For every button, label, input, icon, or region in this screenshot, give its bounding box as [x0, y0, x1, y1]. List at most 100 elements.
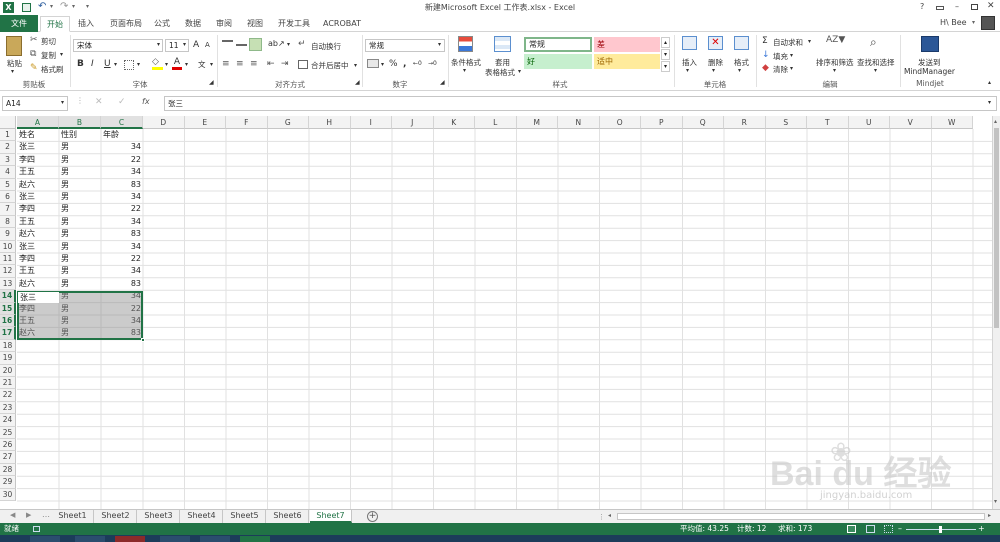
merge-center-icon[interactable] — [298, 60, 308, 69]
merge-dropdown-icon[interactable]: ▾ — [354, 62, 357, 69]
taskbar-app-icon[interactable] — [75, 536, 105, 542]
column-header-k[interactable]: K — [433, 116, 475, 129]
cell-a5[interactable]: 赵六 — [17, 179, 59, 191]
taskbar-app-icon[interactable] — [30, 536, 60, 542]
copy-button[interactable]: 复制 — [41, 50, 56, 61]
font-size-dropdown-icon[interactable]: ▾ — [183, 41, 186, 48]
cell-a1[interactable]: 姓名 — [17, 129, 59, 141]
decrease-indent-icon[interactable]: ⇤ — [267, 59, 275, 69]
cell-c11[interactable]: 22 — [101, 253, 143, 265]
clear-button[interactable]: 清除 — [773, 64, 788, 75]
customize-qat-icon[interactable]: ▾ — [86, 3, 89, 10]
vertical-scroll-thumb[interactable] — [994, 128, 999, 328]
cell-c4[interactable]: 34 — [101, 166, 143, 178]
cell-a9[interactable]: 赵六 — [17, 228, 59, 240]
avatar[interactable] — [981, 16, 995, 30]
tab-file[interactable]: 文件 — [0, 15, 38, 32]
cell-b12[interactable]: 男 — [59, 265, 101, 277]
align-bottom-icon[interactable] — [249, 38, 262, 51]
sheet-prev-icon[interactable]: ◀ — [10, 511, 15, 519]
cell-c1[interactable]: 年龄 — [101, 129, 143, 141]
orientation-dropdown-icon[interactable]: ▾ — [287, 41, 290, 48]
column-header-q[interactable]: Q — [682, 116, 724, 129]
zoom-minus-icon[interactable]: – — [898, 523, 902, 535]
border-icon[interactable] — [124, 60, 134, 70]
font-color-icon[interactable]: A — [172, 58, 182, 70]
row-header-25[interactable]: 25 — [0, 426, 16, 439]
row-header-30[interactable]: 30 — [0, 488, 16, 501]
undo-icon[interactable]: ↶ — [38, 1, 46, 12]
font-name-dropdown-icon[interactable]: ▾ — [157, 41, 160, 48]
format-as-table-dropdown-icon[interactable]: ▾ — [518, 68, 521, 75]
column-header-w[interactable]: W — [931, 116, 973, 129]
underline-dropdown-icon[interactable]: ▾ — [114, 61, 117, 68]
row-header-17[interactable]: 17 — [0, 327, 16, 340]
select-all-corner[interactable] — [0, 116, 16, 129]
expand-formula-bar-icon[interactable]: ▾ — [988, 99, 991, 106]
column-header-o[interactable]: O — [599, 116, 641, 129]
row-header-8[interactable]: 8 — [0, 215, 16, 229]
user-dropdown-icon[interactable]: ▾ — [972, 19, 975, 26]
column-header-n[interactable]: N — [558, 116, 600, 129]
sheet-tab-5[interactable]: Sheet5 — [224, 510, 266, 523]
tab-view[interactable]: 视图 — [247, 16, 263, 32]
align-top-icon[interactable] — [222, 40, 233, 50]
name-box[interactable]: A14 — [2, 96, 68, 111]
format-cells-icon[interactable] — [734, 36, 749, 50]
horizontal-scroll-right-icon[interactable]: ▸ — [988, 512, 991, 519]
style-neutral[interactable]: 适中 — [594, 54, 660, 69]
column-header-h[interactable]: H — [309, 116, 351, 129]
column-header-m[interactable]: M — [516, 116, 558, 129]
delete-cells-button[interactable]: 删除 — [708, 57, 723, 68]
user-name[interactable]: H\ Bee — [940, 18, 967, 27]
delete-cells-icon[interactable]: ✕ — [708, 36, 723, 50]
send-mindmanager-line2[interactable]: MindManager — [904, 67, 955, 76]
paste-dropdown-icon[interactable]: ▾ — [11, 68, 14, 75]
row-header-27[interactable]: 27 — [0, 451, 16, 464]
align-middle-icon[interactable] — [236, 44, 247, 46]
cell-b13[interactable]: 男 — [59, 278, 101, 290]
sort-filter-icon[interactable]: AZ▼ — [826, 35, 845, 45]
column-header-l[interactable]: L — [475, 116, 517, 129]
row-header-14[interactable]: 14 — [0, 290, 16, 303]
row-header-29[interactable]: 29 — [0, 476, 16, 489]
new-sheet-icon[interactable]: + — [367, 511, 378, 522]
formula-input[interactable]: 张三 — [164, 96, 997, 111]
cell-a10[interactable]: 张三 — [17, 241, 59, 253]
row-header-15[interactable]: 15 — [0, 302, 16, 315]
cell-a12[interactable]: 王五 — [17, 265, 59, 277]
italic-button[interactable]: I — [91, 59, 94, 69]
sheet-tab-4[interactable]: Sheet4 — [181, 510, 223, 523]
cell-c2[interactable]: 34 — [101, 141, 143, 153]
undo-dropdown-icon[interactable]: ▾ — [50, 3, 53, 10]
row-header-6[interactable]: 6 — [0, 191, 16, 204]
accounting-dropdown-icon[interactable]: ▾ — [381, 61, 384, 68]
column-header-r[interactable]: R — [724, 116, 766, 129]
percent-button[interactable]: % — [389, 59, 398, 69]
cell-b6[interactable]: 男 — [59, 191, 101, 203]
row-header-11[interactable]: 11 — [0, 253, 16, 266]
column-header-b[interactable]: B — [59, 116, 101, 129]
column-header-e[interactable]: E — [184, 116, 226, 129]
row-header-4[interactable]: 4 — [0, 166, 16, 179]
align-right-icon[interactable]: ≡ — [250, 59, 258, 69]
sheet-tab-2[interactable]: Sheet2 — [95, 510, 137, 523]
column-header-c[interactable]: C — [101, 116, 143, 129]
tab-page-layout[interactable]: 页面布局 — [110, 16, 142, 32]
name-box-dropdown-icon[interactable]: ▾ — [61, 99, 64, 106]
row-header-24[interactable]: 24 — [0, 414, 16, 427]
page-layout-view-icon[interactable] — [866, 525, 875, 533]
styles-scroll-up-icon[interactable]: ▴ — [661, 37, 670, 48]
cell-c13[interactable]: 83 — [101, 278, 143, 290]
cut-icon[interactable]: ✂ — [30, 35, 38, 45]
copy-dropdown-icon[interactable]: ▾ — [60, 51, 63, 58]
format-painter-icon[interactable]: ✎ — [30, 63, 38, 73]
taskbar-app-icon[interactable] — [160, 536, 190, 542]
wrap-text-button[interactable]: 自动换行 — [311, 41, 341, 52]
tab-acrobat[interactable]: ACROBAT — [323, 16, 361, 32]
ribbon-display-icon[interactable] — [936, 6, 944, 10]
row-header-7[interactable]: 7 — [0, 203, 16, 216]
close-icon[interactable]: ✕ — [987, 1, 995, 11]
insert-dropdown-icon[interactable]: ▾ — [686, 67, 689, 74]
font-shrink-button[interactable]: A — [205, 41, 210, 49]
